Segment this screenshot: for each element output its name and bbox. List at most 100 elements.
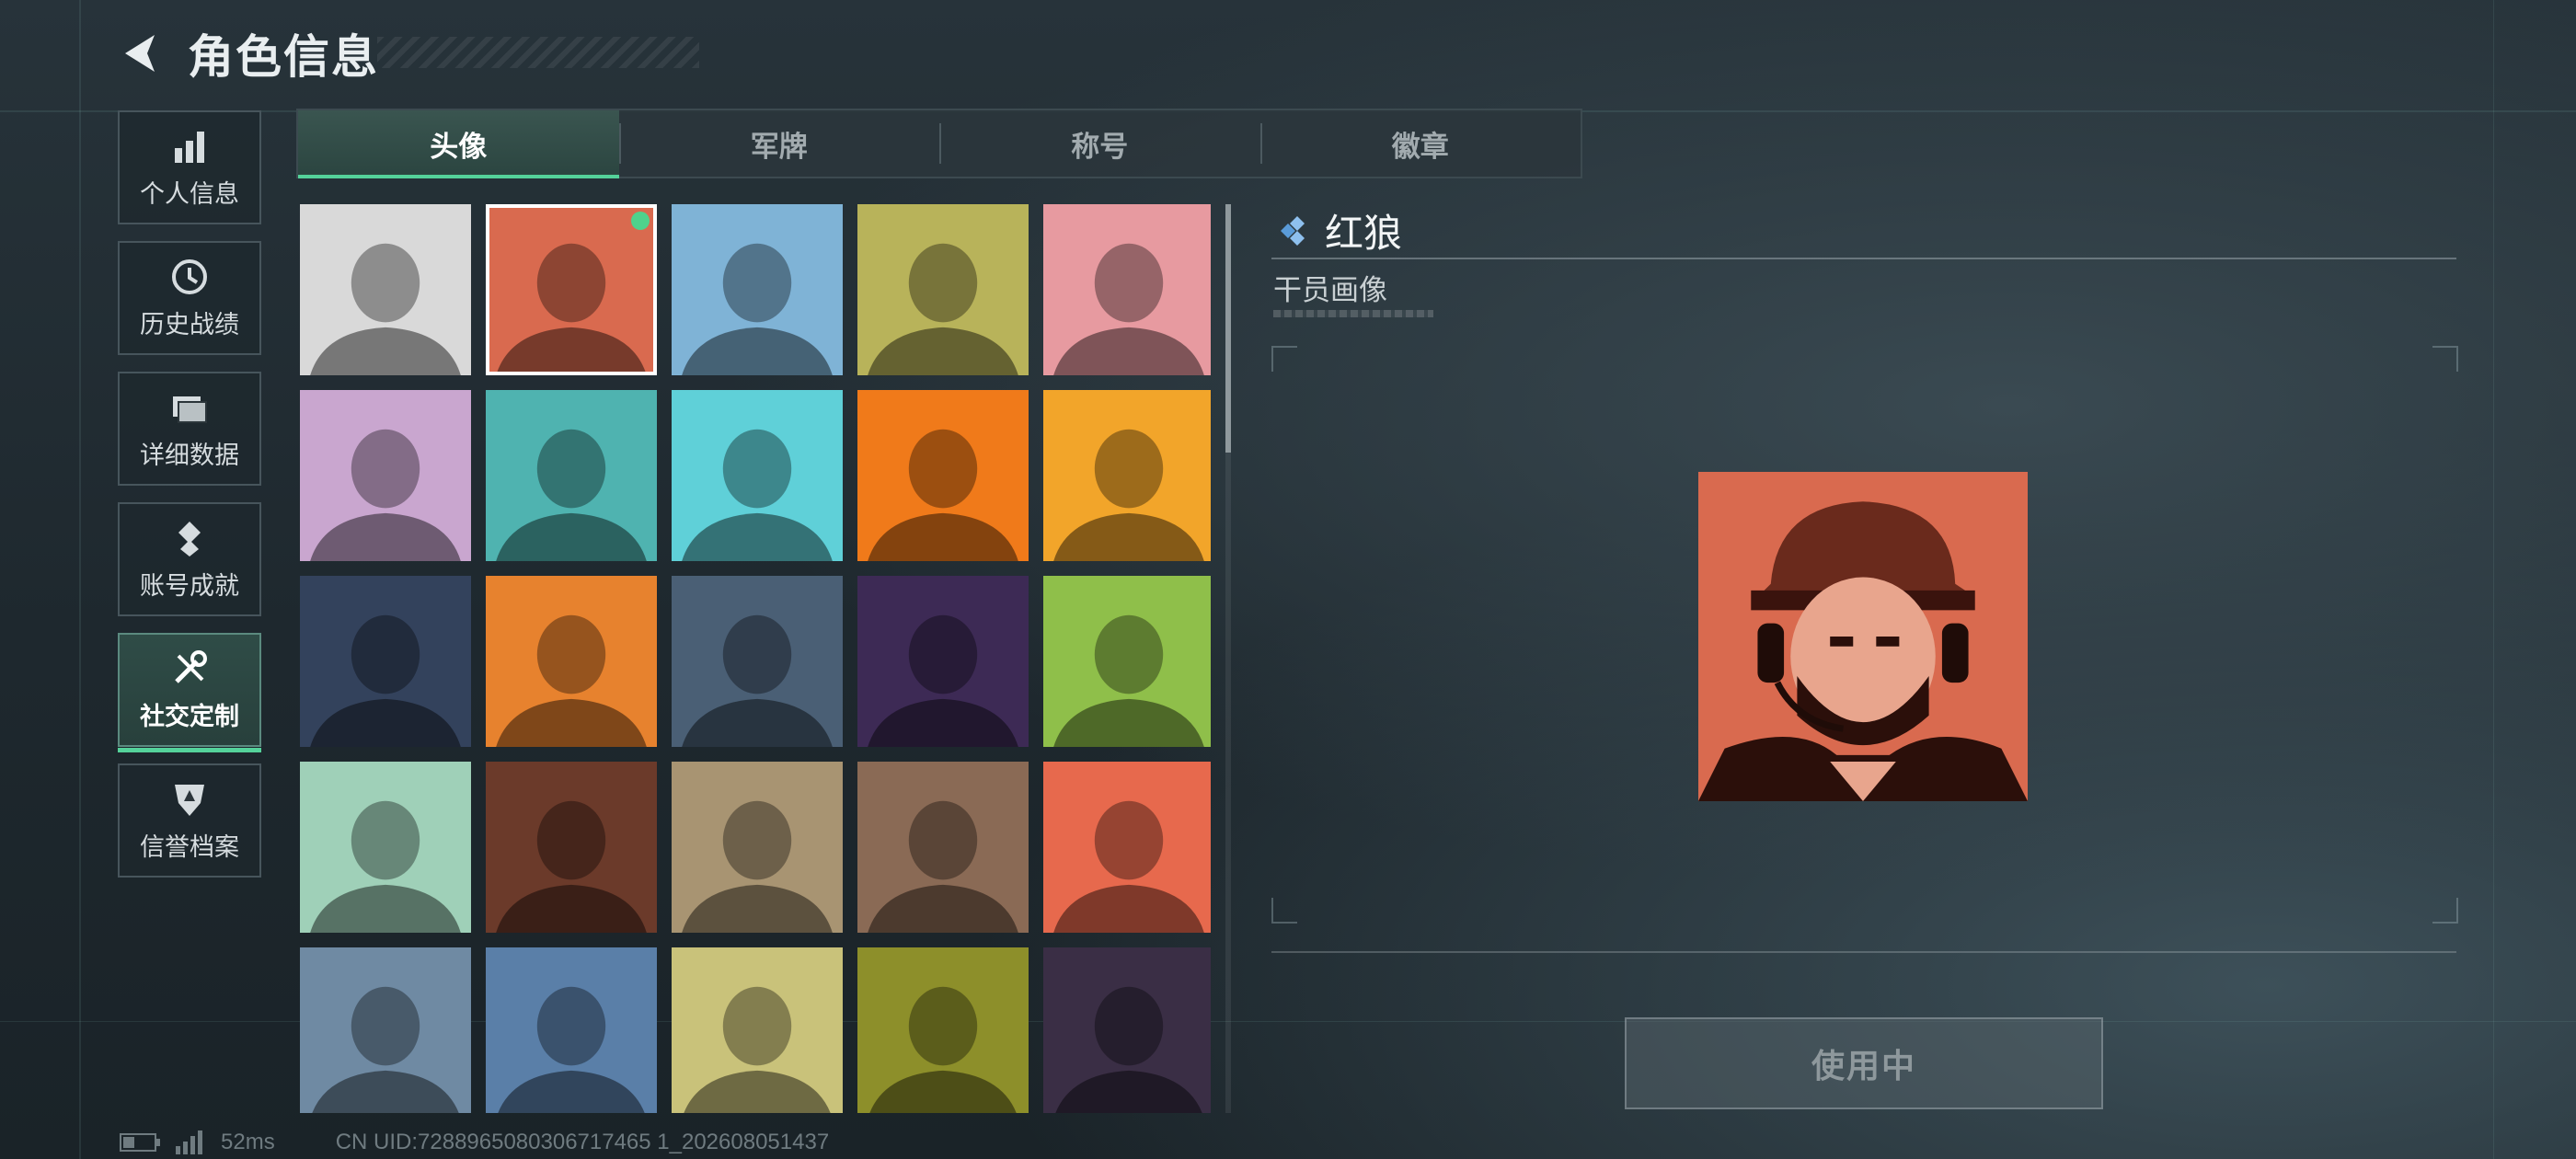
- avatar-tile[interactable]: [486, 390, 657, 561]
- sidebar-item-social-customization[interactable]: 社交定制: [118, 633, 261, 752]
- archer-woman-portrait: [486, 947, 657, 1113]
- scrollbar-thumb[interactable]: [1225, 204, 1231, 453]
- sidebar-item-label: 社交定制: [140, 702, 239, 731]
- avatar-tile[interactable]: [672, 576, 843, 747]
- avatar-tile[interactable]: [486, 576, 657, 747]
- status-bar: 52ms CN UID:7288965080306717465 1_202608…: [120, 1130, 829, 1155]
- battery-icon: [120, 1133, 160, 1152]
- decorative-code-bar: [1273, 310, 1433, 317]
- red-haired-woman-portrait: [1043, 762, 1211, 933]
- sidebar-item-personal-info[interactable]: 个人信息: [118, 110, 261, 224]
- exit-doorway-portrait: [1043, 576, 1211, 747]
- avatar-tile[interactable]: [300, 762, 471, 933]
- avatar-tile[interactable]: [1043, 947, 1211, 1113]
- avatar-tile[interactable]: [672, 390, 843, 561]
- avatar-tile[interactable]: [1043, 390, 1211, 561]
- folder-icon: [173, 396, 207, 423]
- avatar-tile[interactable]: [857, 762, 1029, 933]
- avatar-tile[interactable]: [857, 204, 1029, 375]
- avatar-tile[interactable]: [857, 947, 1029, 1113]
- category-tabs: 头像 军牌 称号 徽章: [296, 109, 1582, 178]
- sidebar-item-credit-record[interactable]: 信誉档案: [118, 763, 261, 878]
- avatar-grid: [300, 204, 1211, 1113]
- card-burst-portrait: [857, 576, 1029, 747]
- background-grid-line: [2493, 0, 2494, 1159]
- glasses-man-olive-portrait: [857, 947, 1029, 1113]
- divider: [1271, 951, 2456, 953]
- tab-avatar[interactable]: 头像: [298, 110, 619, 178]
- sidebar: 个人信息 历史战绩 详细数据 账号成就 社交定制 信誉档案: [118, 110, 265, 894]
- divider: [1271, 258, 2456, 259]
- achievement-icon: [178, 521, 201, 557]
- tab-title[interactable]: 称号: [939, 110, 1260, 177]
- avatar-tile[interactable]: [672, 762, 843, 933]
- avatar-tile[interactable]: [857, 390, 1029, 561]
- sidebar-item-label: 个人信息: [140, 179, 239, 209]
- wasteland-truck-portrait: [672, 762, 843, 933]
- shield-badge-icon: [175, 784, 204, 816]
- avatar-tile[interactable]: [300, 576, 471, 747]
- masked-man-orange-portrait: [857, 390, 1029, 561]
- pilot-with-goggles-portrait: [672, 204, 843, 375]
- avatar-tile[interactable]: [486, 204, 657, 375]
- avatar-tile[interactable]: [1043, 576, 1211, 747]
- frame-corner: [2432, 346, 2458, 372]
- background-grid-line: [79, 0, 81, 1159]
- avatar-tile[interactable]: [857, 576, 1029, 747]
- beware-of-alligator-sign-portrait: [672, 947, 843, 1113]
- sidebar-item-detailed-data[interactable]: 详细数据: [118, 372, 261, 486]
- tab-badge[interactable]: 徽章: [1259, 110, 1581, 177]
- sidebar-item-history[interactable]: 历史战绩: [118, 241, 261, 355]
- sidebar-item-label: 详细数据: [140, 441, 239, 470]
- title-decoration: [377, 37, 699, 68]
- red-wolf-operator-portrait: [1698, 472, 2028, 801]
- back-arrow-icon[interactable]: [120, 32, 162, 75]
- selected-item-name: 红狼: [1325, 211, 1403, 256]
- way-out-sign-portrait: [300, 762, 471, 933]
- selected-avatar-preview: [1698, 471, 2028, 802]
- avatar-tile[interactable]: [300, 947, 471, 1113]
- triangle-emblem-portrait: [1043, 390, 1211, 561]
- avatar-tile[interactable]: [300, 390, 471, 561]
- red-haired-woman-bw-portrait: [300, 204, 471, 375]
- equipped-indicator: [631, 212, 650, 230]
- frame-corner: [2432, 898, 2458, 924]
- night-soldier-portrait: [300, 576, 471, 747]
- scales-emblem-portrait: [857, 762, 1029, 933]
- in-use-button[interactable]: 使用中: [1625, 1017, 2103, 1109]
- white-haired-girl-portrait: [300, 390, 471, 561]
- goggles-masked-man-portrait: [1043, 947, 1211, 1113]
- sidebar-item-achievements[interactable]: 账号成就: [118, 502, 261, 616]
- avatar-tile[interactable]: [486, 762, 657, 933]
- avatar-tile[interactable]: [486, 947, 657, 1113]
- tools-icon: [175, 649, 207, 683]
- page-title: 角色信息: [188, 30, 379, 84]
- clock-history-icon: [172, 258, 207, 294]
- mountain-scout-portrait: [300, 947, 471, 1113]
- avatar-tile[interactable]: [300, 204, 471, 375]
- sidebar-item-label: 账号成就: [140, 571, 239, 601]
- selected-item-type: 干员画像: [1273, 274, 1387, 307]
- tab-dog-tag[interactable]: 军牌: [618, 110, 940, 177]
- selected-item-header: 红狼: [1271, 202, 1402, 258]
- bar-chart-icon: [175, 131, 204, 163]
- commando-holding-drone-portrait: [486, 576, 657, 747]
- orange-feather-portrait: [486, 762, 657, 933]
- sidebar-item-label: 信誉档案: [140, 832, 239, 862]
- player-uid: CN UID:7288965080306717465 1_20260805143…: [335, 1130, 830, 1154]
- avatar-tile[interactable]: [672, 947, 843, 1113]
- avatar-grid-scrollbar[interactable]: [1225, 204, 1231, 1113]
- avatar-tile[interactable]: [672, 204, 843, 375]
- sidebar-item-label: 历史战绩: [140, 310, 239, 339]
- ping-readout: 52ms: [221, 1130, 275, 1154]
- frame-corner: [1271, 898, 1297, 924]
- masked-helmet-cyan-portrait: [672, 390, 843, 561]
- bald-soldier-headset-portrait: [857, 204, 1029, 375]
- sniper-scope-portrait: [672, 576, 843, 747]
- bearded-glasses-teal-portrait: [486, 390, 657, 561]
- red-wolf-operator-portrait: [486, 204, 657, 375]
- rarity-diamond-icon: [1281, 215, 1305, 246]
- avatar-tile[interactable]: [1043, 204, 1211, 375]
- avatar-tile[interactable]: [1043, 762, 1211, 933]
- helmet-soldier-pink-portrait: [1043, 204, 1211, 375]
